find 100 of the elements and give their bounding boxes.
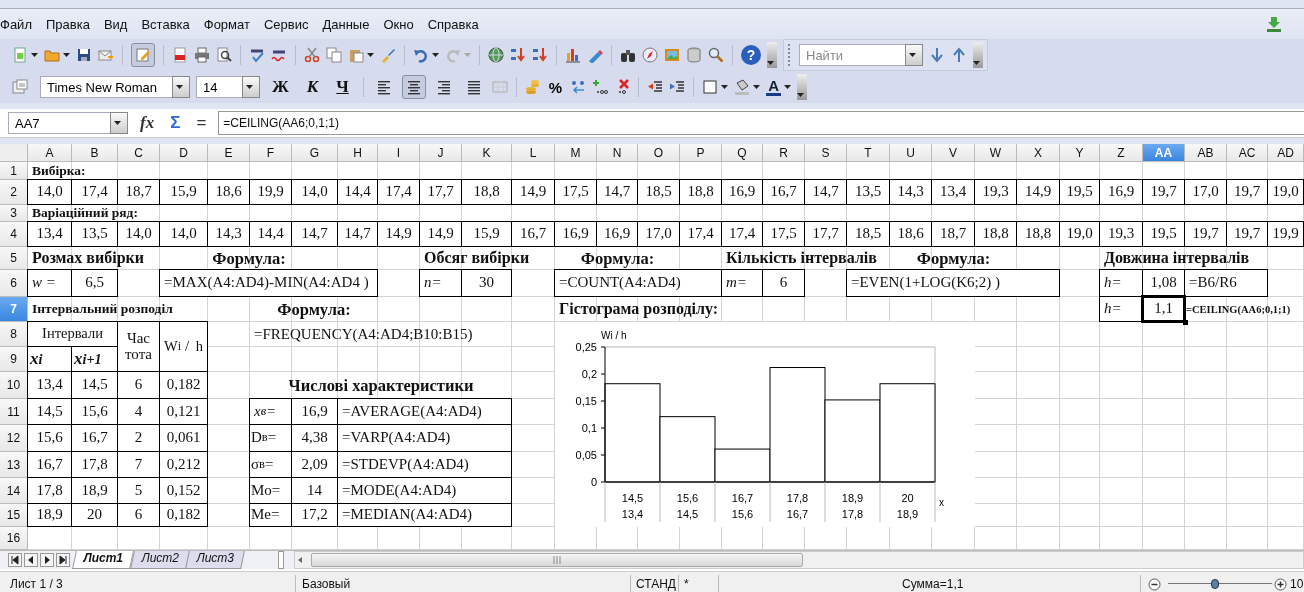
caret-icon[interactable] — [973, 61, 980, 65]
column-header[interactable]: V — [932, 144, 975, 162]
decrease-indent-icon[interactable] — [647, 79, 664, 95]
dropdown-button[interactable] — [905, 44, 923, 66]
sheet-tab[interactable]: Лист1 — [72, 551, 134, 569]
compass-icon[interactable] — [642, 47, 658, 63]
row-header[interactable]: 9 — [0, 347, 28, 372]
undo-icon[interactable] — [413, 47, 429, 63]
number-format-icon[interactable] — [570, 79, 587, 95]
sheet-nav-icon[interactable] — [40, 553, 54, 567]
column-header[interactable]: H — [338, 144, 378, 162]
sum-button[interactable]: Σ — [166, 113, 185, 133]
menu-item[interactable]: Файл — [0, 16, 32, 32]
row-header[interactable]: 8 — [0, 322, 28, 347]
caret-icon[interactable] — [753, 85, 761, 89]
caret-icon[interactable] — [114, 121, 121, 125]
column-header[interactable]: I — [378, 144, 420, 162]
menu-item[interactable]: Формат — [203, 16, 250, 32]
sort-ascending-icon[interactable] — [510, 47, 526, 63]
bar-chart-icon[interactable] — [565, 47, 581, 63]
scrollbar-thumb[interactable] — [310, 553, 803, 567]
column-header[interactable]: A — [28, 144, 72, 162]
row-header[interactable]: 5 — [0, 247, 28, 270]
percent-button[interactable]: % — [546, 78, 565, 96]
spellcheck-icon[interactable] — [249, 47, 265, 63]
menu-item[interactable]: Данные — [322, 16, 370, 32]
zoom-out-icon[interactable] — [1148, 578, 1161, 591]
caret-icon[interactable] — [246, 85, 253, 89]
bold-button[interactable]: Ж — [266, 75, 295, 99]
italic-button[interactable]: К — [300, 75, 325, 99]
column-header[interactable]: O — [638, 144, 680, 162]
column-header[interactable]: U — [890, 144, 932, 162]
find-previous-icon[interactable] — [951, 47, 967, 63]
function-wizard-button[interactable]: fx — [136, 113, 159, 133]
menu-item[interactable]: Справка — [427, 16, 479, 32]
row-header[interactable]: 12 — [0, 425, 28, 452]
page-preview-icon[interactable] — [216, 47, 232, 63]
printer-icon[interactable] — [194, 47, 210, 63]
caret-icon[interactable] — [367, 53, 374, 57]
row-header[interactable]: 11 — [0, 399, 28, 425]
menu-item[interactable]: Правка — [45, 16, 90, 32]
row-header[interactable]: 15 — [0, 504, 28, 527]
row-header[interactable]: 3 — [0, 205, 28, 222]
underline-button[interactable]: Ч — [330, 75, 355, 99]
pdf-icon[interactable] — [172, 47, 188, 63]
column-header[interactable]: Z — [1100, 144, 1143, 162]
borders-icon[interactable] — [702, 79, 719, 95]
formula-input[interactable]: =CEILING(AA6;0,1;1) — [218, 111, 1304, 135]
row-header[interactable]: 6 — [0, 270, 28, 297]
dropdown-button[interactable] — [172, 76, 190, 98]
tab-splitter[interactable] — [277, 551, 284, 569]
row-header[interactable]: 10 — [0, 372, 28, 399]
increase-indent-icon[interactable] — [669, 79, 686, 95]
column-header[interactable]: M — [555, 144, 597, 162]
menu-item[interactable]: Вид — [103, 16, 128, 32]
find-next-icon[interactable] — [929, 47, 945, 63]
drawing-pencil-icon[interactable] — [587, 47, 603, 63]
caret-icon[interactable] — [909, 53, 916, 57]
font-color-button[interactable]: A — [766, 78, 781, 96]
toolbar-overflow-button[interactable] — [767, 42, 777, 68]
row-header[interactable]: 2 — [0, 180, 28, 205]
sheet-tab[interactable]: Лист3 — [185, 551, 245, 569]
find-field[interactable]: Найти — [799, 44, 905, 66]
caret-icon[interactable] — [31, 53, 38, 57]
sheet-tab[interactable]: Лист2 — [129, 551, 190, 569]
column-header[interactable]: K — [462, 144, 512, 162]
globe-icon[interactable] — [488, 47, 504, 63]
merge-cells-icon[interactable] — [491, 79, 508, 95]
caret-icon[interactable] — [721, 85, 729, 89]
zoom-in-icon[interactable] — [1274, 578, 1287, 591]
column-header[interactable]: C — [118, 144, 160, 162]
toolbar-overflow-button[interactable] — [797, 74, 807, 100]
column-header[interactable]: L — [512, 144, 555, 162]
font-name-field[interactable]: Times New Roman — [40, 76, 172, 98]
column-header[interactable]: B — [72, 144, 118, 162]
paint-bucket-icon[interactable] — [734, 79, 751, 95]
column-header[interactable]: S — [805, 144, 847, 162]
column-header[interactable]: W — [975, 144, 1017, 162]
sort-descending-icon[interactable] — [532, 47, 548, 63]
column-header[interactable]: D — [160, 144, 208, 162]
save-icon[interactable] — [76, 47, 92, 63]
add-decimal-icon[interactable] — [592, 79, 609, 95]
sheet-nav-icon[interactable] — [24, 553, 38, 567]
menu-item[interactable]: Окно — [383, 16, 414, 32]
column-header[interactable]: AB — [1185, 144, 1227, 162]
column-header[interactable]: J — [420, 144, 462, 162]
column-header[interactable]: F — [250, 144, 292, 162]
font-size-field[interactable]: 14 — [196, 76, 242, 98]
column-header[interactable]: AC — [1227, 144, 1268, 162]
styles-icon[interactable] — [12, 79, 28, 95]
column-header[interactable]: T — [847, 144, 890, 162]
column-header[interactable]: E — [208, 144, 250, 162]
row-header[interactable]: 4 — [0, 222, 28, 247]
scissors-icon[interactable] — [304, 47, 320, 63]
row-header[interactable]: 13 — [0, 452, 28, 478]
menu-item[interactable]: Сервис — [263, 16, 309, 32]
column-header[interactable]: X — [1017, 144, 1060, 162]
sheet-nav-icon[interactable] — [56, 553, 70, 567]
row-header[interactable]: 14 — [0, 478, 28, 504]
column-header[interactable]: Q — [722, 144, 763, 162]
